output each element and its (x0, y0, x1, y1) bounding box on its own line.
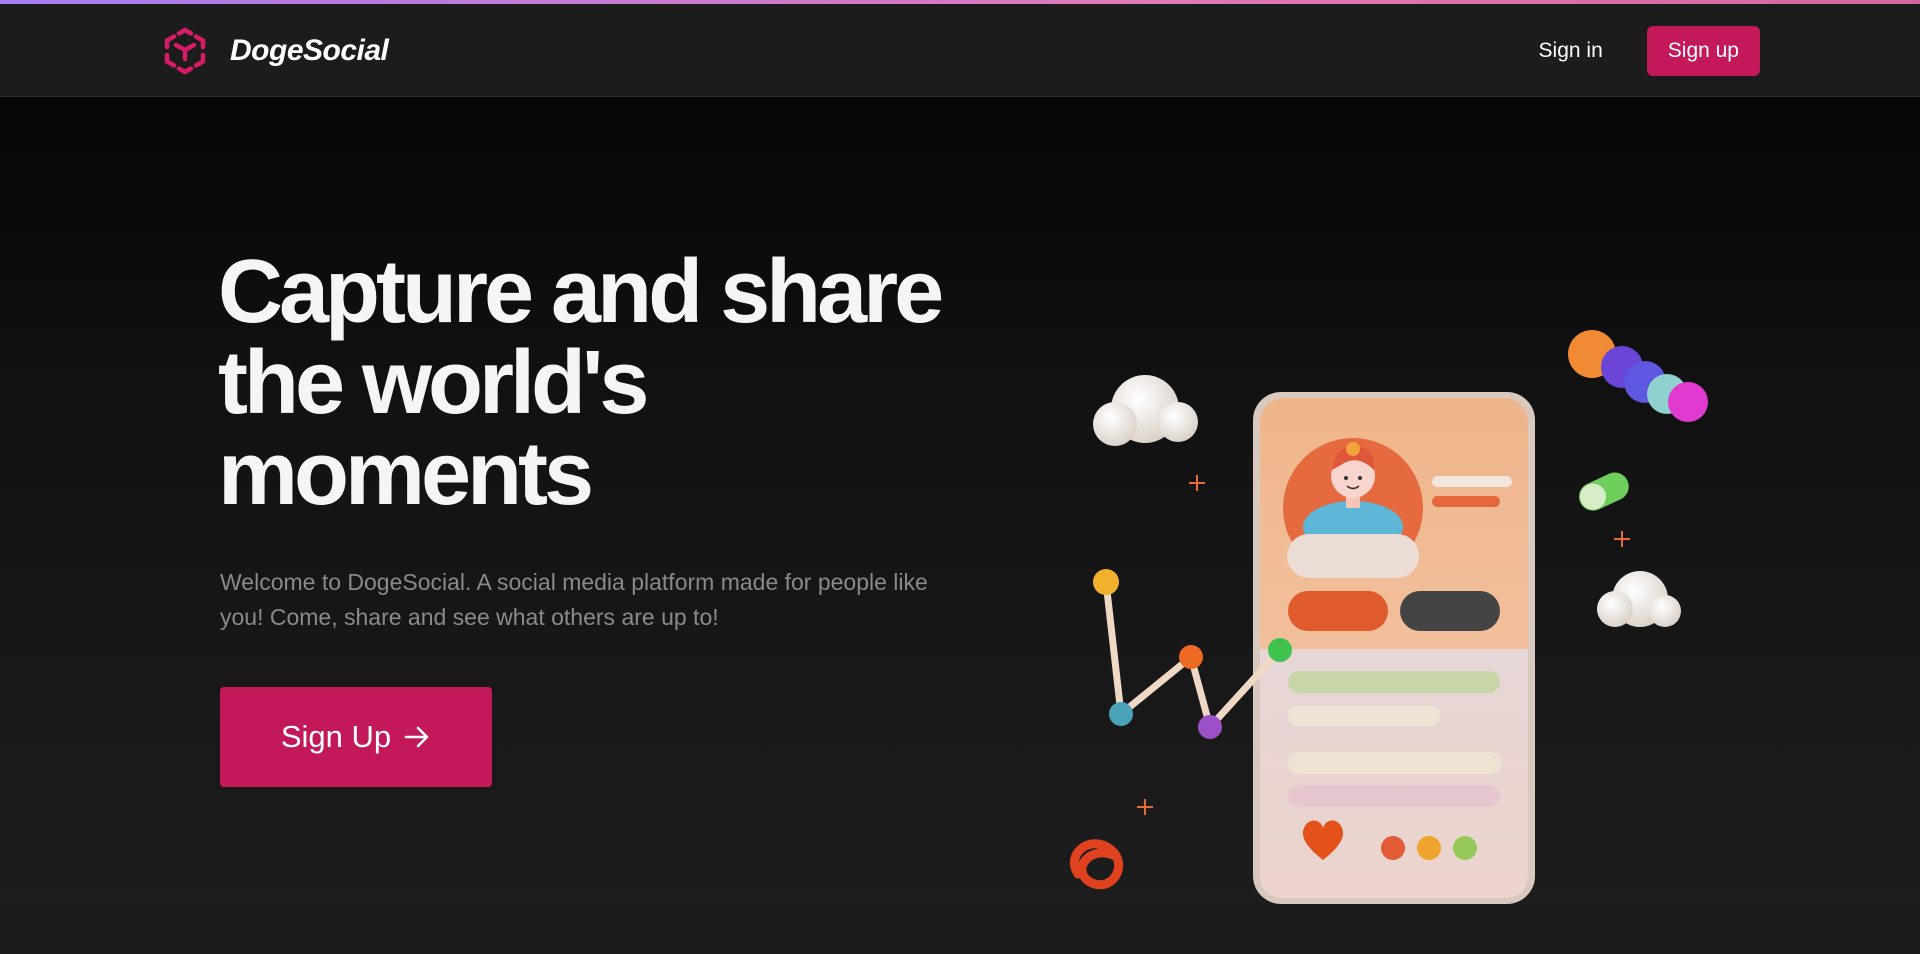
bead-chain-graphic (1568, 330, 1708, 422)
arrow-right-icon (404, 726, 429, 748)
hero-signup-button[interactable]: Sign Up (220, 687, 492, 787)
phone-social-illustration (1070, 330, 1708, 904)
hero-subtitle: Welcome to DogeSocial. A social media pl… (220, 569, 928, 630)
brand[interactable]: DogeSocial (160, 26, 389, 76)
cloud-left-graphic (1093, 375, 1198, 446)
signin-link[interactable]: Sign in (1519, 39, 1623, 63)
hero-signup-label: Sign Up (280, 719, 392, 754)
hero-section: Capture and share the world's moments We… (0, 97, 1920, 907)
spiral-graphic (1070, 839, 1124, 890)
hexagon-cube-logo-icon (164, 27, 206, 75)
brand-name: DogeSocial (230, 34, 389, 67)
navbar: DogeSocial Sign in Sign up (0, 4, 1920, 97)
nav-actions: Sign in Sign up (1519, 26, 1760, 76)
signup-button[interactable]: Sign up (1646, 26, 1760, 76)
cloud-right-graphic (1597, 571, 1681, 627)
phone-graphic (1253, 392, 1535, 904)
hero-title: Capture and share the world's moments (218, 242, 944, 524)
hero-illustration (1060, 194, 1720, 954)
pill-toggle-graphic (1579, 472, 1629, 511)
